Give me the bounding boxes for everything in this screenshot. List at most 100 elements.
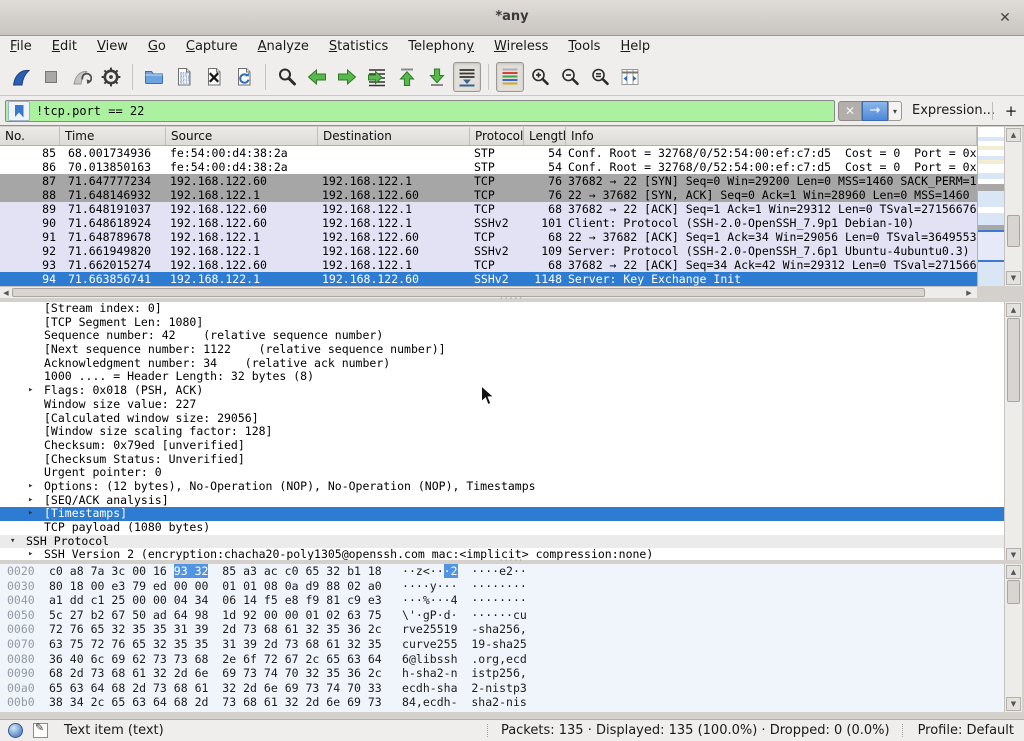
- column-header-protocol[interactable]: Protocol: [470, 127, 524, 145]
- packet-row-94[interactable]: 9471.663856741192.168.122.1192.168.122.6…: [0, 272, 977, 286]
- scroll-right-icon[interactable]: ▶: [963, 288, 975, 298]
- bytes-scrollbar[interactable]: ▲ ▼: [1004, 564, 1022, 712]
- packet-minimap[interactable]: [977, 127, 1004, 286]
- column-header-source[interactable]: Source: [166, 127, 318, 145]
- open-file-button[interactable]: [140, 62, 168, 92]
- packet-row-85[interactable]: 8568.001734936fe:54:00:d4:38:2aSTP54Conf…: [0, 146, 977, 160]
- menu-analyze[interactable]: Analyze: [248, 36, 319, 58]
- colorize-button[interactable]: [496, 62, 524, 92]
- detail-line-17[interactable]: ▾SSH Protocol: [0, 535, 1004, 549]
- detail-line-6[interactable]: ▸Flags: 0x018 (PSH, ACK): [0, 384, 1004, 398]
- detail-line-8[interactable]: [Calculated window size: 29056]: [0, 412, 1004, 426]
- close-window-icon[interactable]: ✕: [994, 7, 1016, 29]
- packet-row-90[interactable]: 9071.648618924192.168.122.60192.168.122.…: [0, 216, 977, 230]
- expand-icon[interactable]: ▸: [28, 494, 33, 508]
- detail-line-2[interactable]: Sequence number: 42 (relative sequence n…: [0, 329, 1004, 343]
- packet-row-87[interactable]: 8771.647777234192.168.122.60192.168.122.…: [0, 174, 977, 188]
- add-filter-button[interactable]: +: [1002, 101, 1020, 121]
- detail-line-1[interactable]: [TCP Segment Len: 1080]: [0, 316, 1004, 330]
- packet-row-88[interactable]: 8871.648146932192.168.122.1192.168.122.6…: [0, 188, 977, 202]
- menu-telephony[interactable]: Telephony: [398, 36, 484, 58]
- expand-icon[interactable]: ▸: [28, 384, 33, 398]
- stop-capture-button[interactable]: [37, 62, 65, 92]
- hex-row-0080[interactable]: 008036 40 6c 69 62 73 73 68 2e 6f 72 67 …: [0, 652, 1004, 667]
- scroll-down-icon[interactable]: ▼: [1006, 271, 1021, 285]
- detail-line-13[interactable]: ▸Options: (12 bytes), No-Operation (NOP)…: [0, 480, 1004, 494]
- hex-row-00a0[interactable]: 00a065 63 64 68 2d 73 68 61 32 2d 6e 69 …: [0, 681, 1004, 696]
- menu-help[interactable]: Help: [610, 36, 660, 58]
- go-first-packet-button[interactable]: [393, 62, 421, 92]
- hex-row-0070[interactable]: 007063 75 72 76 65 32 35 35 31 39 2d 73 …: [0, 637, 1004, 652]
- capture-comment-icon[interactable]: ✎: [33, 723, 48, 738]
- hscroll-thumb[interactable]: [12, 288, 925, 297]
- wireshark-start-capture-button[interactable]: [7, 62, 35, 92]
- profile-status[interactable]: Profile: Default: [912, 723, 1024, 738]
- details-scrollbar[interactable]: ▲ ▼: [1004, 302, 1022, 563]
- go-forward-button[interactable]: [333, 62, 361, 92]
- zoom-in-button[interactable]: [526, 62, 554, 92]
- scroll-left-icon[interactable]: ◀: [0, 288, 12, 298]
- filter-dropdown-caret[interactable]: ▾: [888, 101, 902, 121]
- column-header-length[interactable]: Length: [524, 127, 566, 145]
- expression-button[interactable]: Expression...: [912, 103, 995, 118]
- packet-row-92[interactable]: 9271.661949820192.168.122.1192.168.122.6…: [0, 244, 977, 258]
- detail-line-0[interactable]: [Stream index: 0]: [0, 302, 1004, 316]
- column-header-destination[interactable]: Destination: [318, 127, 470, 145]
- packet-row-93[interactable]: 9371.662015274192.168.122.60192.168.122.…: [0, 258, 977, 272]
- reload-file-button[interactable]: [230, 62, 258, 92]
- detail-line-7[interactable]: Window size value: 227: [0, 398, 1004, 412]
- find-packet-button[interactable]: [273, 62, 301, 92]
- hex-row-0020[interactable]: 0020c0 a8 7a 3c 00 16 93 32 85 a3 ac c0 …: [0, 564, 1004, 579]
- detail-line-4[interactable]: Acknowledgment number: 34 (relative ack …: [0, 357, 1004, 371]
- resize-columns-button[interactable]: [616, 62, 644, 92]
- scroll-up-icon[interactable]: ▲: [1006, 303, 1021, 317]
- hex-row-0090[interactable]: 009068 2d 73 68 61 32 2d 6e 69 73 74 70 …: [0, 666, 1004, 681]
- collapse-icon[interactable]: ▾: [10, 535, 15, 549]
- hex-row-0040[interactable]: 0040a1 dd c1 25 00 00 04 34 06 14 f5 e8 …: [0, 593, 1004, 608]
- detail-line-11[interactable]: [Checksum Status: Unverified]: [0, 453, 1004, 467]
- zoom-out-button[interactable]: [556, 62, 584, 92]
- column-header-no[interactable]: No.: [0, 127, 60, 145]
- scroll-up-icon[interactable]: ▲: [1006, 128, 1021, 142]
- packet-row-86[interactable]: 8670.013850163fe:54:00:d4:38:2aSTP54Conf…: [0, 160, 977, 174]
- scroll-down-icon[interactable]: ▼: [1006, 697, 1021, 711]
- menu-file[interactable]: File: [0, 36, 42, 58]
- detail-line-16[interactable]: TCP payload (1080 bytes): [0, 521, 1004, 535]
- hex-row-00b0[interactable]: 00b038 34 2c 65 63 64 68 2d 73 68 61 32 …: [0, 695, 1004, 710]
- hex-row-0060[interactable]: 006072 76 65 32 35 35 31 39 2d 73 68 61 …: [0, 622, 1004, 637]
- filter-apply-button[interactable]: →: [862, 101, 888, 121]
- filter-clear-button[interactable]: ✕: [838, 101, 862, 121]
- display-filter-input[interactable]: !tcp.port == 22: [5, 100, 835, 122]
- menu-capture[interactable]: Capture: [176, 36, 248, 58]
- detail-line-3[interactable]: [Next sequence number: 1122 (relative se…: [0, 343, 1004, 357]
- menu-tools[interactable]: Tools: [558, 36, 610, 58]
- menu-wireless[interactable]: Wireless: [484, 36, 558, 58]
- scroll-thumb[interactable]: [1007, 318, 1020, 402]
- detail-line-15[interactable]: ▸[Timestamps]: [0, 507, 1004, 521]
- column-header-info[interactable]: Info: [566, 127, 977, 145]
- filter-bookmark-button[interactable]: [8, 101, 30, 121]
- capture-options-button[interactable]: [97, 62, 125, 92]
- hex-row-0030[interactable]: 003080 18 00 e3 79 ed 00 00 01 01 08 0a …: [0, 579, 1004, 594]
- detail-line-14[interactable]: ▸[SEQ/ACK analysis]: [0, 494, 1004, 508]
- menu-edit[interactable]: Edit: [42, 36, 87, 58]
- expert-info-icon[interactable]: [8, 723, 23, 738]
- packet-list-scrollbar[interactable]: ▲ ▼: [1004, 127, 1022, 286]
- go-back-button[interactable]: [303, 62, 331, 92]
- packet-row-91[interactable]: 9171.648789678192.168.122.1192.168.122.6…: [0, 230, 977, 244]
- hex-row-0050[interactable]: 00505c 27 b2 67 50 ad 64 98 1d 92 00 00 …: [0, 608, 1004, 623]
- detail-line-12[interactable]: Urgent pointer: 0: [0, 466, 1004, 480]
- packet-row-89[interactable]: 8971.648191037192.168.122.60192.168.122.…: [0, 202, 977, 216]
- restart-capture-button[interactable]: [67, 62, 95, 92]
- detail-line-10[interactable]: Checksum: 0x79ed [unverified]: [0, 439, 1004, 453]
- scroll-thumb[interactable]: [1007, 580, 1020, 604]
- menu-view[interactable]: View: [87, 36, 138, 58]
- zoom-original-button[interactable]: [586, 62, 614, 92]
- column-header-time[interactable]: Time: [60, 127, 166, 145]
- scroll-thumb[interactable]: [1007, 215, 1020, 247]
- close-file-button[interactable]: [200, 62, 228, 92]
- expand-icon[interactable]: ▸: [28, 480, 33, 494]
- save-file-button[interactable]: 010101100111: [170, 62, 198, 92]
- menu-go[interactable]: Go: [138, 36, 176, 58]
- detail-line-5[interactable]: 1000 .... = Header Length: 32 bytes (8): [0, 370, 1004, 384]
